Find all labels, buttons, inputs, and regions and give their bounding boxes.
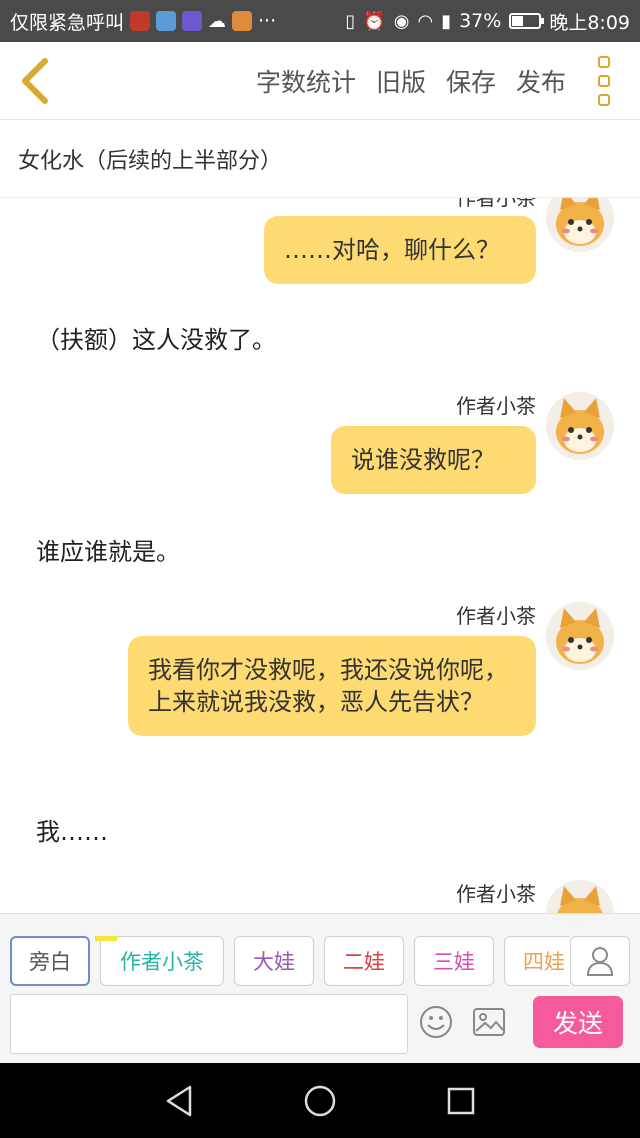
nav-home-icon[interactable] — [303, 1084, 337, 1118]
battery-icon — [509, 13, 545, 29]
message-bubble[interactable]: ……对哈，聊什么？ — [264, 216, 536, 284]
message-bubble[interactable]: 我看你才没救呢，我还没说你呢，上来就说我没救，恶人先告状？ — [128, 636, 536, 736]
carrier-text: 仅限紧急呼叫 — [10, 11, 125, 34]
message-bubble[interactable]: 说谁没救呢？ — [331, 426, 536, 494]
more-menu-button[interactable] — [584, 51, 624, 111]
old-version-button[interactable]: 旧版 — [376, 63, 426, 99]
nav-back-icon[interactable] — [164, 1084, 194, 1118]
more-notifications-icon: ··· — [258, 10, 277, 32]
manage-roles-button[interactable] — [570, 936, 630, 986]
send-button[interactable]: 发送 — [533, 996, 623, 1048]
clock: 晚上8:09 — [549, 11, 630, 34]
shiba-avatar-icon — [556, 398, 604, 454]
role-label: 旁白 — [29, 950, 71, 974]
role-siwa[interactable]: 四娃 — [504, 936, 570, 986]
vibrate-icon: ▯ — [345, 10, 356, 32]
role-narrator[interactable]: 旁白 — [10, 936, 90, 986]
app-icon — [232, 11, 253, 31]
cloud-icon: ☁ — [208, 10, 227, 32]
alarm-icon: ⏰ — [363, 10, 386, 32]
role-author[interactable]: 主 作者小茶 — [95, 936, 224, 986]
huawei-app-icon — [130, 11, 151, 31]
avatar[interactable] — [546, 602, 614, 670]
author-name: 作者小茶 — [456, 604, 536, 628]
compose-panel: 旁白 主 作者小茶 大娃 二娃 三娃 四娃 — [0, 913, 640, 1063]
emoji-button[interactable] — [416, 1002, 456, 1042]
role-label: 大娃 — [253, 950, 295, 974]
menu-dot-icon — [598, 93, 610, 106]
role-label: 二娃 — [343, 950, 385, 974]
role-erwa[interactable]: 二娃 — [324, 936, 404, 986]
narration-text[interactable]: 谁应谁就是。 — [36, 532, 180, 567]
eye-icon: ◉ — [393, 10, 410, 32]
role-sanwa[interactable]: 三娃 — [414, 936, 494, 986]
chapter-title[interactable]: 女化水（后续的上半部分） — [0, 120, 640, 198]
signal-icon: ▮ — [441, 10, 452, 32]
shiba-avatar-icon — [556, 608, 604, 664]
shiba-avatar-icon — [557, 886, 603, 913]
publish-button[interactable]: 发布 — [516, 63, 566, 99]
save-button[interactable]: 保存 — [446, 63, 496, 99]
word-count-button[interactable]: 字数统计 — [256, 63, 356, 99]
wifi-icon: ◠ — [417, 10, 434, 32]
image-button[interactable] — [469, 1002, 509, 1042]
system-navigation-bar — [0, 1063, 640, 1138]
avatar[interactable] — [546, 392, 614, 460]
role-dawa[interactable]: 大娃 — [234, 936, 314, 986]
narration-text[interactable]: 我…… — [36, 812, 108, 847]
smiley-icon — [420, 1006, 452, 1038]
user-icon — [586, 947, 614, 976]
author-name: 作者小茶 — [456, 198, 536, 210]
avatar[interactable] — [546, 198, 614, 252]
image-icon — [473, 1008, 505, 1036]
narration-text[interactable]: （扶额）这人没救了。 — [36, 320, 276, 355]
status-bar: 仅限紧急呼叫 ☁ ··· ▯ ⏰ ◉ ◠ ▮ 37% 晚上8:09 — [0, 0, 640, 42]
role-label: 四娃 — [523, 950, 565, 974]
menu-dot-icon — [598, 55, 610, 68]
avatar[interactable] — [546, 880, 614, 913]
role-selector[interactable]: 旁白 主 作者小茶 大娃 二娃 三娃 四娃 — [10, 936, 570, 986]
chat-area[interactable]: 作者小茶 ……对哈，聊什么？ （扶额）这人没救了。 作者小茶 说谁没救呢？ 谁应… — [0, 198, 640, 913]
app-icon — [156, 11, 177, 31]
chevron-left-icon — [22, 57, 48, 104]
author-name: 作者小茶 — [456, 882, 536, 906]
battery-percent: 37% — [459, 10, 502, 32]
nav-recents-icon[interactable] — [446, 1086, 476, 1116]
author-name: 作者小茶 — [456, 394, 536, 418]
app-icon — [182, 11, 203, 31]
menu-dot-icon — [598, 74, 610, 87]
shiba-avatar-icon — [556, 198, 604, 246]
main-role-badge: 主 — [95, 936, 117, 941]
role-label: 三娃 — [433, 950, 475, 974]
back-button[interactable] — [0, 42, 70, 120]
top-toolbar: 字数统计 旧版 保存 发布 — [0, 42, 640, 120]
message-input[interactable] — [10, 994, 408, 1054]
role-label: 作者小茶 — [120, 950, 204, 974]
